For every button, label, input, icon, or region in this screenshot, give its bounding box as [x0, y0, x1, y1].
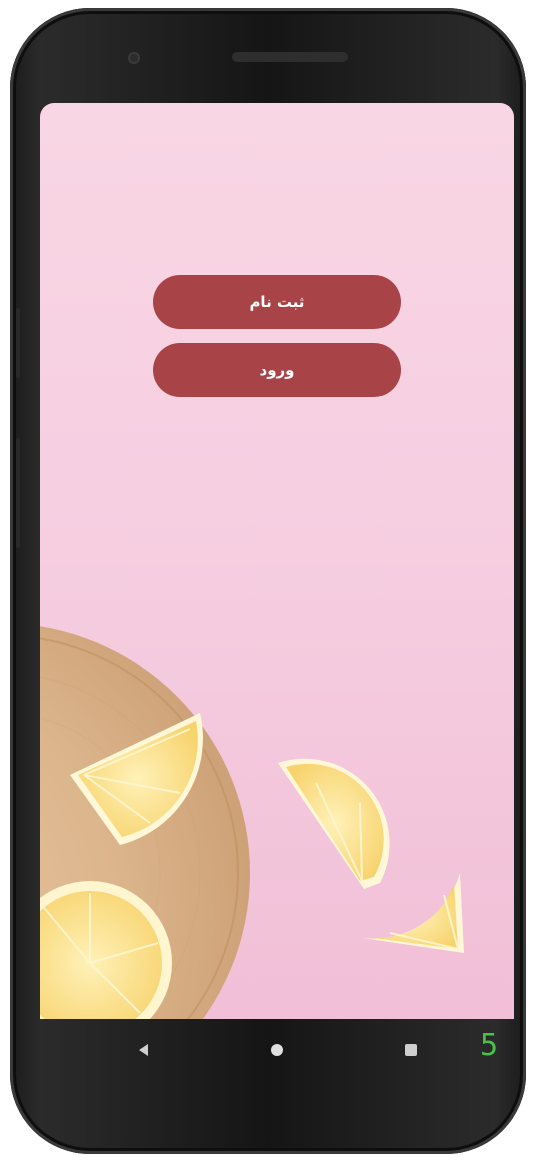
lemon-wedge-center [278, 758, 390, 889]
back-triangle-icon [138, 1044, 148, 1056]
volume-button [16, 308, 20, 378]
lemon-background-image [40, 626, 464, 1019]
power-button [16, 438, 20, 548]
recents-button[interactable] [396, 1035, 426, 1065]
login-button[interactable]: ورود [153, 343, 401, 397]
recents-square-icon [405, 1044, 417, 1056]
back-button[interactable] [128, 1035, 158, 1065]
home-button[interactable] [262, 1035, 292, 1065]
status-badge: 5 [480, 1028, 499, 1063]
front-camera-icon [128, 52, 140, 64]
earpiece-speaker [232, 52, 348, 62]
signup-button[interactable]: ثبت نام [153, 275, 401, 329]
navigation-bar: 5 [40, 1019, 514, 1079]
home-circle-icon [271, 1044, 283, 1056]
app-screen: ثبت نام ورود [40, 103, 514, 1019]
